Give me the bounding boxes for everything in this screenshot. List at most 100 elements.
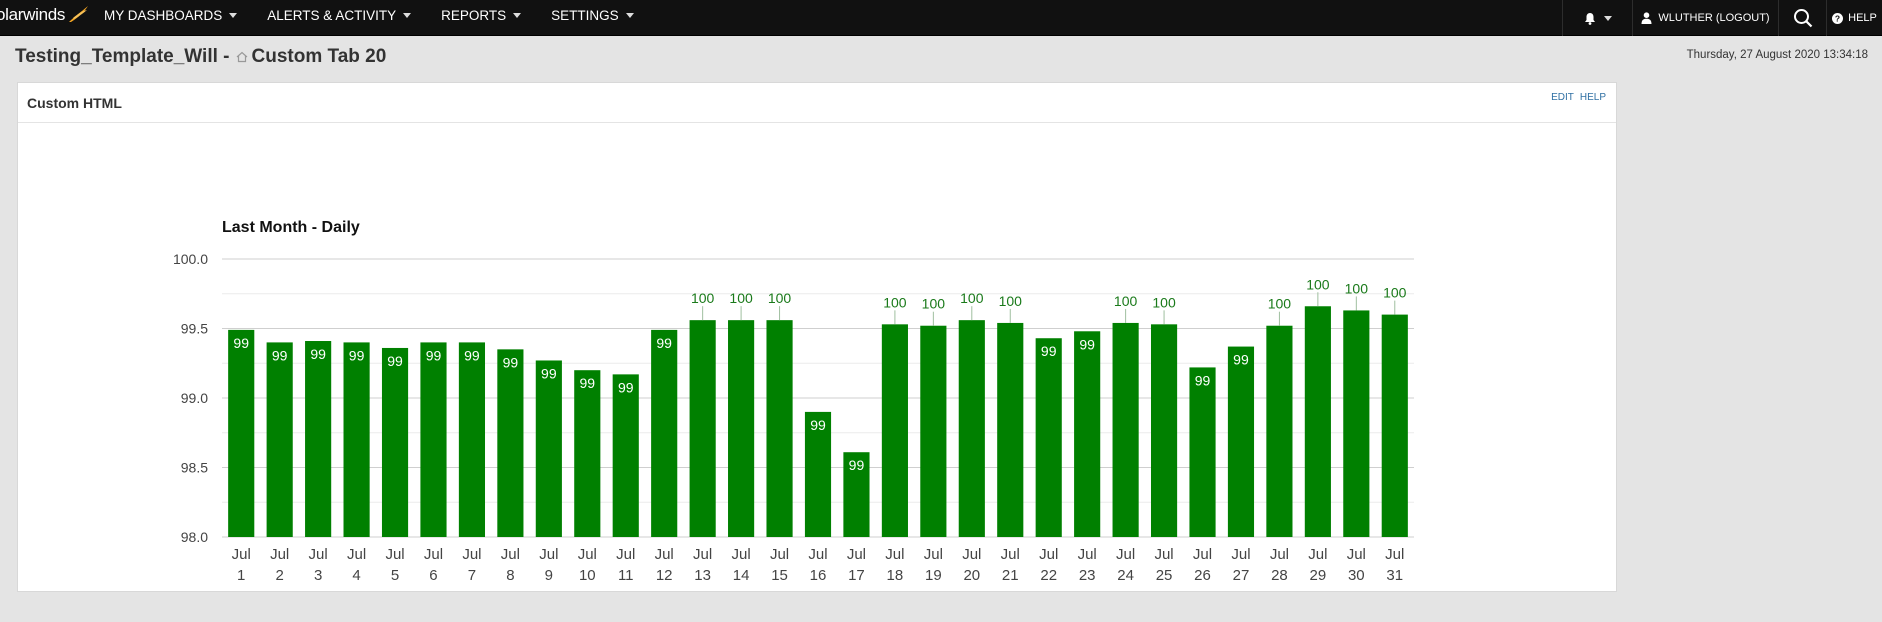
x-tick-label-day: 23 [1079, 567, 1096, 584]
chart-bar [958, 320, 985, 537]
bar-value-label: 99 [618, 379, 634, 395]
svg-text:?: ? [1835, 13, 1840, 23]
caret-down-icon [625, 12, 634, 18]
top-nav-bar: olarwinds MY DASHBOARDS ALERTS & ACTIVIT… [0, 0, 1882, 36]
bar-value-label: 99 [810, 417, 826, 433]
user-logout-button[interactable]: WLUTHER (LOGOUT) [1632, 0, 1778, 36]
panel-edit-link[interactable]: EDIT [1551, 92, 1574, 103]
x-tick-label-day: 19 [925, 567, 942, 584]
y-tick-label: 98.5 [181, 460, 208, 476]
chart-bar [997, 322, 1024, 537]
x-tick-label-month: Jul [501, 546, 520, 563]
chart-bar [266, 342, 293, 537]
y-tick-label: 99.0 [181, 390, 208, 406]
bar-value-label: 100 [729, 290, 753, 306]
x-tick-label-day: 6 [429, 567, 437, 584]
x-tick-label-month: Jul [347, 546, 366, 563]
brand-logo-link[interactable]: olarwinds [0, 0, 89, 30]
bar-value-label: 99 [503, 354, 519, 370]
caret-down-icon [403, 12, 412, 18]
x-tick-label-day: 30 [1348, 567, 1365, 584]
caret-down-icon [1603, 15, 1612, 21]
nav-alerts-activity[interactable]: ALERTS & ACTIVITY [267, 8, 425, 23]
bar-value-label: 99 [1079, 336, 1095, 352]
x-tick-label-day: 29 [1310, 567, 1327, 584]
bar-value-label: 100 [1306, 276, 1330, 292]
nav-reports[interactable]: REPORTS [441, 8, 535, 23]
x-tick-label-month: Jul [693, 546, 712, 563]
panel-help-link[interactable]: HELP [1580, 92, 1606, 103]
bar-value-label: 100 [1383, 285, 1407, 301]
x-tick-label-month: Jul [655, 546, 674, 563]
x-tick-label-day: 2 [276, 567, 284, 584]
help-circle-icon: ? [1832, 12, 1844, 24]
help-button[interactable]: ? HELP [1826, 0, 1882, 36]
x-tick-label-month: Jul [924, 546, 943, 563]
x-tick-label-day: 14 [733, 567, 750, 584]
y-tick-label: 99.5 [181, 321, 208, 337]
brand-name: olarwinds [0, 5, 66, 24]
nav-my-dashboards[interactable]: MY DASHBOARDS [104, 8, 251, 23]
caret-down-icon [513, 12, 522, 18]
x-tick-label-month: Jul [270, 546, 289, 563]
page-title-tab: Custom Tab 20 [251, 46, 387, 67]
x-tick-label-day: 17 [848, 567, 865, 584]
x-tick-label-day: 12 [656, 567, 673, 584]
chart-bar [574, 370, 601, 537]
x-tick-label-day: 27 [1233, 567, 1250, 584]
chart-bar [1266, 325, 1293, 537]
home-icon [236, 51, 247, 63]
nav-reports-label: REPORTS [441, 7, 507, 23]
x-tick-label-month: Jul [1347, 546, 1366, 563]
x-tick-label-month: Jul [1116, 546, 1135, 563]
x-tick-label-day: 11 [618, 567, 634, 584]
x-tick-label-month: Jul [385, 546, 404, 563]
search-button[interactable] [1778, 0, 1826, 36]
x-tick-label-day: 15 [771, 567, 788, 584]
x-tick-label-day: 3 [314, 567, 322, 584]
user-icon [1641, 12, 1652, 24]
search-icon [1793, 9, 1812, 28]
chart-bar [766, 320, 793, 537]
x-tick-label-day: 7 [468, 567, 476, 584]
x-tick-label-day: 9 [545, 567, 553, 584]
chart-bar [1343, 310, 1370, 537]
x-tick-label-day: 16 [810, 567, 827, 584]
x-tick-label-day: 4 [352, 567, 360, 584]
nav-right-tools: WLUTHER (LOGOUT) ? HELP [1562, 0, 1882, 36]
panel-links: EDIT HELP [1551, 92, 1606, 103]
bar-value-label: 100 [960, 290, 984, 306]
x-tick-label-day: 21 [1002, 567, 1019, 584]
caret-down-icon [229, 12, 238, 18]
page-title: Testing_Template_Will - Custom Tab 20 [15, 46, 386, 68]
x-tick-label-month: Jul [1078, 546, 1097, 563]
y-tick-label: 100.0 [173, 251, 208, 267]
bar-value-label: 100 [768, 290, 792, 306]
bar-value-label: 99 [272, 347, 288, 363]
chart-bar [1112, 322, 1139, 537]
x-tick-label-month: Jul [1270, 546, 1289, 563]
x-tick-label-month: Jul [424, 546, 443, 563]
chart-bar [920, 325, 947, 537]
x-tick-label-month: Jul [1154, 546, 1173, 563]
notifications-button[interactable] [1562, 0, 1632, 36]
nav-settings[interactable]: SETTINGS [551, 8, 648, 23]
x-tick-label-month: Jul [309, 546, 328, 563]
nav-my-dashboards-label: MY DASHBOARDS [104, 7, 223, 23]
solarwinds-bird-icon [69, 6, 89, 22]
x-tick-label-day: 28 [1271, 567, 1288, 584]
bar-value-label: 100 [691, 290, 715, 306]
chart-bar [305, 341, 332, 537]
x-tick-label-month: Jul [885, 546, 904, 563]
panel-title: Custom HTML [27, 95, 122, 111]
chart-bar [420, 342, 447, 537]
bar-value-label: 99 [849, 457, 865, 473]
x-tick-label-day: 20 [963, 567, 980, 584]
bar-value-label: 99 [426, 347, 442, 363]
help-label: HELP [1848, 12, 1877, 24]
chart-bar [728, 320, 755, 537]
x-tick-label-day: 25 [1156, 567, 1173, 584]
y-tick-label: 98.0 [181, 529, 208, 545]
chart-bar [881, 324, 908, 537]
bar-value-label: 99 [310, 346, 326, 362]
